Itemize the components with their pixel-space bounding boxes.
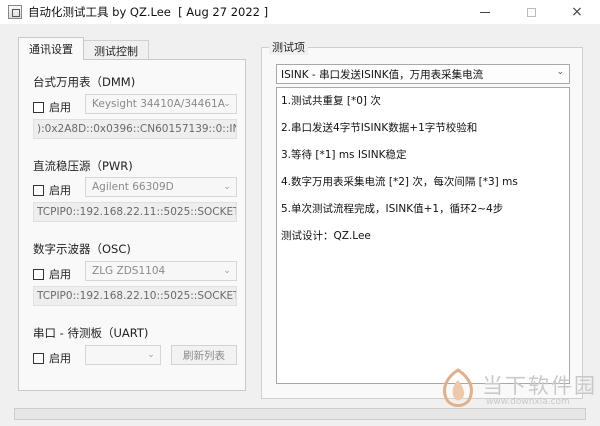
progress-bar [14,408,586,420]
maximize-button[interactable] [508,0,554,24]
test-step-line: 1.测试共重复 [*0] 次 [281,95,381,107]
comm-settings-panel: 台式万用表（DMM) 启用 Keysight 34410A/34461A ⌄ )… [18,59,246,391]
pwr-checkbox-box[interactable] [33,184,44,196]
uart-group-title: 串口 - 待测板（UART) [33,326,149,340]
test-step-line: 5.单次测试流程完成，ISINK值+1，循环2~4步 [281,203,504,215]
osc-group-title: 数字示波器（OSC) [33,242,131,256]
uart-port-select[interactable]: ⌄ [85,345,161,365]
dmm-group-title: 台式万用表（DMM) [33,75,136,89]
tab-test-control[interactable]: 测试控制 [84,40,149,60]
test-step-line: 2.串口发送4字节ISINK数据+1字节校验和 [281,122,478,134]
dmm-enable-checkbox[interactable]: 启用 [33,99,71,115]
watermark-name: 当下软件园 [482,374,597,398]
chevron-down-icon: ⌄ [147,350,155,360]
chevron-down-icon: ⌄ [556,67,564,77]
title-bar: 自动化测试工具 by QZ.Lee [ Aug 27 2022 ] × [0,0,600,24]
test-designer-line: 测试设计：QZ.Lee [281,230,371,242]
chevron-down-icon: ⌄ [223,266,231,276]
dmm-address-field[interactable]: ):0x2A8D::0x0396::CN60157139::0::INSTR [33,119,237,139]
pwr-model-select[interactable]: Agilent 66309D ⌄ [85,177,237,197]
close-icon: × [571,4,583,20]
osc-address-field[interactable]: TCPIP0::192.168.22.10::5025::SOCKET [33,286,237,306]
osc-enable-checkbox[interactable]: 启用 [33,266,71,282]
window-controls: × [462,0,600,24]
refresh-ports-button[interactable]: 刷新列表 [171,345,237,365]
osc-model-value: ZLG ZDS1104 [92,265,166,277]
test-item-selected: ISINK - 串口发送ISINK值，万用表采集电流 [281,68,484,81]
dmm-model-select[interactable]: Keysight 34410A/34461A ⌄ [85,94,237,114]
pwr-model-value: Agilent 66309D [92,181,174,193]
minimize-button[interactable] [462,0,508,24]
dmm-enable-label: 启用 [49,101,71,114]
uart-enable-label: 启用 [49,352,71,365]
close-button[interactable]: × [554,0,600,24]
maximize-icon [526,7,536,17]
dmm-model-value: Keysight 34410A/34461A [92,98,225,110]
test-description-textbox[interactable]: 1.测试共重复 [*0] 次 2.串口发送4字节ISINK数据+1字节校验和 3… [276,87,570,384]
pwr-group-title: 直流稳压源（PWR) [33,159,133,173]
app-icon [8,5,22,19]
chevron-down-icon: ⌄ [223,182,231,192]
window-title: 自动化测试工具 by QZ.Lee [ Aug 27 2022 ] [28,5,269,19]
pwr-enable-label: 启用 [49,184,71,197]
uart-enable-checkbox[interactable]: 启用 [33,350,71,366]
osc-model-select[interactable]: ZLG ZDS1104 ⌄ [85,261,237,281]
osc-enable-label: 启用 [49,268,71,281]
test-items-group-title: 测试项 [269,39,308,55]
watermark-logo-icon [443,368,473,407]
pwr-address-field[interactable]: TCPIP0::192.168.22.11::5025::SOCKET [33,202,237,222]
osc-checkbox-box[interactable] [33,268,44,280]
dmm-checkbox-box[interactable] [33,101,44,113]
watermark-url: www.downxia.com [486,397,570,407]
pwr-enable-checkbox[interactable]: 启用 [33,182,71,198]
test-step-line: 3.等待 [*1] ms ISINK稳定 [281,149,407,161]
chevron-down-icon: ⌄ [223,99,231,109]
tab-comm-settings[interactable]: 通讯设置 [18,37,84,60]
test-item-select[interactable]: ISINK - 串口发送ISINK值，万用表采集电流 ⌄ [276,64,570,84]
uart-checkbox-box[interactable] [33,352,44,364]
left-tabstrip: 通讯设置 测试控制 [18,37,149,60]
test-step-line: 4.数字万用表采集电流 [*2] 次，每次间隔 [*3] ms [281,176,518,188]
minimize-icon [480,11,490,13]
